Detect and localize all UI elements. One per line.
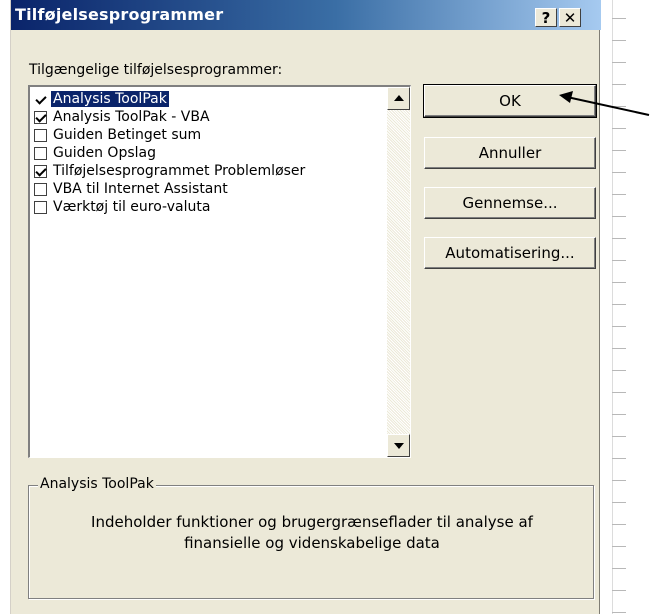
close-button[interactable]: ✕ <box>559 8 581 27</box>
help-button[interactable]: ? <box>535 8 557 27</box>
addin-item[interactable]: Analysis ToolPak - VBA <box>34 108 212 126</box>
addin-checkbox[interactable] <box>34 110 47 124</box>
addin-checkbox[interactable] <box>34 128 47 142</box>
annotation-arrow-icon <box>559 91 650 116</box>
addin-checkbox[interactable] <box>34 92 47 106</box>
addin-checkbox[interactable] <box>34 182 47 196</box>
addin-label: Analysis ToolPak - VBA <box>53 109 210 125</box>
addin-label: Guiden Opslag <box>53 145 156 161</box>
description-groupbox: Analysis ToolPak Indeholder funktioner o… <box>28 476 595 599</box>
automation-button[interactable]: Automatisering... <box>424 237 596 269</box>
addin-item[interactable]: Værktøj til euro-valuta <box>34 198 212 216</box>
addin-label: Analysis ToolPak <box>51 91 169 107</box>
addin-label: Værktøj til euro-valuta <box>53 199 211 215</box>
addin-item[interactable]: Analysis ToolPak <box>34 90 169 108</box>
description-group-title: Analysis ToolPak <box>38 476 156 492</box>
title-bar[interactable]: Tilføjelsesprogrammer ? ✕ <box>11 0 601 30</box>
addin-checkbox[interactable] <box>34 200 47 214</box>
addin-item[interactable]: Guiden Betinget sum <box>34 126 203 144</box>
description-line-1: Indeholder funktioner og brugergrænsefla… <box>91 513 533 531</box>
browse-button[interactable]: Gennemse... <box>424 187 596 219</box>
addin-label: VBA til Internet Assistant <box>53 181 228 197</box>
scroll-up-arrow-icon[interactable] <box>387 87 410 110</box>
addins-dialog: Tilføjelsesprogrammer ? ✕ Tilgængelige t… <box>10 0 601 614</box>
addins-list-label: Tilgængelige tilføjelsesprogrammer: <box>29 62 283 78</box>
description-text: Indeholder funktioner og brugergrænsefla… <box>29 512 595 554</box>
addin-item[interactable]: Tilføjelsesprogrammet Problemløser <box>34 162 307 180</box>
addin-checkbox[interactable] <box>34 146 47 160</box>
addin-label: Guiden Betinget sum <box>53 127 202 143</box>
scroll-down-arrow-icon[interactable] <box>387 434 410 457</box>
description-line-2: finansielle og videnskabelige data <box>184 534 440 552</box>
addin-item[interactable]: VBA til Internet Assistant <box>34 180 230 198</box>
addin-checkbox[interactable] <box>34 164 47 178</box>
addins-scrollbar[interactable] <box>387 87 410 457</box>
dialog-title: Tilføjelsesprogrammer <box>15 5 224 24</box>
addins-listbox[interactable]: Analysis ToolPak Analysis ToolPak - VBA … <box>28 85 411 458</box>
addin-label: Tilføjelsesprogrammet Problemløser <box>53 163 306 179</box>
addin-item[interactable]: Guiden Opslag <box>34 144 158 162</box>
